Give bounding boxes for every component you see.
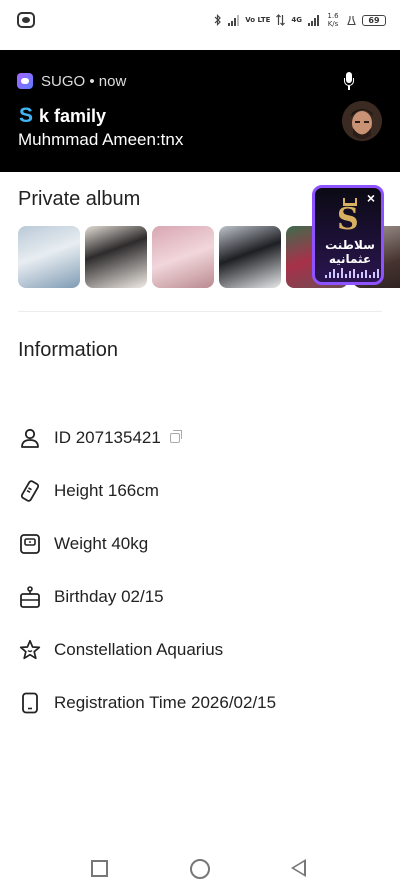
speed-label: 1.6 K/s bbox=[327, 12, 339, 28]
copy-icon[interactable] bbox=[169, 430, 182, 443]
constellation-value: Constellation Aquarius bbox=[54, 640, 224, 659]
album-photo[interactable] bbox=[85, 226, 147, 288]
volte-label: Vo LTE bbox=[245, 15, 271, 24]
id-value: ID 207135421 bbox=[54, 428, 161, 447]
sugo-app-icon bbox=[17, 73, 33, 89]
network-gen: 4G bbox=[291, 16, 302, 24]
album-photo[interactable] bbox=[152, 226, 214, 288]
info-row-registration: Registration Time 2026/02/15 bbox=[19, 692, 276, 714]
bubble-logo-text: سلاطنت عثمانیه bbox=[325, 238, 375, 266]
back-button[interactable] bbox=[291, 859, 306, 877]
notification-banner[interactable]: SUGO • now S k family Muhmmad Ameen:tnx bbox=[0, 50, 400, 172]
notification-message: Muhmmad Ameen:tnx bbox=[18, 130, 184, 149]
status-icons: Vo LTE 4G 1.6 K/s 69 bbox=[214, 12, 386, 28]
album-photo[interactable] bbox=[219, 226, 281, 288]
floating-room-bubble[interactable]: S سلاطنت عثمانیه × bbox=[312, 185, 384, 285]
person-icon bbox=[21, 428, 39, 448]
album-photo[interactable] bbox=[18, 226, 80, 288]
sender-avatar[interactable] bbox=[342, 101, 382, 141]
private-album-title: Private album bbox=[18, 188, 141, 210]
microphone-icon[interactable] bbox=[344, 72, 354, 90]
info-row-birthday: Birthday 02/15 bbox=[19, 586, 164, 608]
phone-icon bbox=[22, 692, 38, 714]
cake-icon bbox=[20, 586, 40, 608]
height-value: Height 166cm bbox=[54, 481, 159, 500]
registration-value: Registration Time 2026/02/15 bbox=[54, 693, 277, 712]
data-arrows-icon bbox=[276, 14, 286, 26]
birthday-value: Birthday 02/15 bbox=[54, 587, 164, 606]
star-icon bbox=[19, 639, 41, 660]
bubble-logo: S bbox=[337, 202, 359, 237]
navigation-bar bbox=[0, 850, 400, 895]
equalizer-icon bbox=[325, 268, 381, 278]
close-icon[interactable]: × bbox=[367, 190, 375, 206]
info-row-constellation: Constellation Aquarius bbox=[19, 639, 223, 661]
notification-app-name: SUGO • now bbox=[41, 73, 127, 90]
info-row-weight: Weight 40kg bbox=[19, 533, 148, 555]
status-bar: Vo LTE 4G 1.6 K/s 69 bbox=[0, 0, 400, 40]
notification-title: S k family bbox=[19, 104, 106, 128]
info-row-id: ID 207135421 bbox=[19, 427, 182, 449]
divider bbox=[18, 311, 382, 312]
signal-icon bbox=[228, 14, 240, 26]
app-notification-icon bbox=[17, 12, 35, 28]
signal-icon-2 bbox=[308, 14, 319, 26]
ruler-icon bbox=[20, 480, 40, 502]
home-button[interactable] bbox=[190, 859, 210, 879]
flask-icon bbox=[347, 15, 356, 25]
battery-icon: 69 bbox=[362, 14, 386, 26]
information-title: Information bbox=[18, 339, 119, 361]
weight-value: Weight 40kg bbox=[54, 534, 149, 553]
bluetooth-icon bbox=[214, 14, 222, 26]
info-row-height: Height 166cm bbox=[19, 480, 159, 502]
scale-icon bbox=[20, 534, 40, 554]
recent-apps-button[interactable] bbox=[91, 860, 108, 877]
notification-title-text: k family bbox=[39, 105, 107, 126]
family-logo-icon: S bbox=[19, 104, 34, 127]
